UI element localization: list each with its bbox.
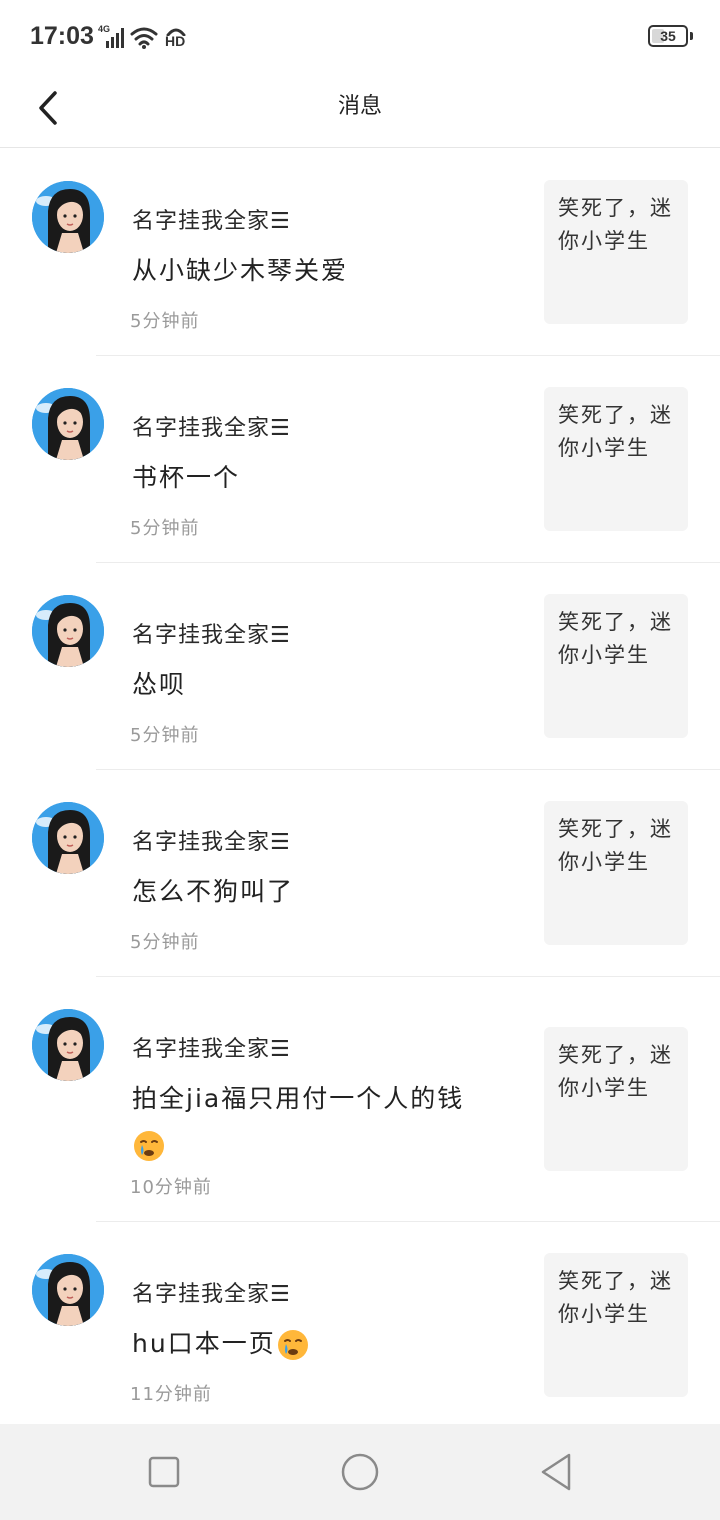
crying-face-emoji	[134, 1131, 164, 1161]
page-title: 消息	[337, 94, 382, 119]
message-item[interactable]: 名字挂我全家☰ hu口本一页 11分钟前 笑死了，迷你小学生	[0, 1222, 720, 1425]
comment-body: 从小缺少木琴关爱	[132, 256, 349, 285]
timestamp: 5分钟前	[130, 932, 200, 953]
avatar[interactable]	[32, 595, 104, 667]
quoted-post-preview[interactable]: 笑死了，迷你小学生	[544, 1253, 688, 1397]
timestamp: 10分钟前	[130, 1177, 212, 1198]
timestamp: 11分钟前	[130, 1384, 212, 1405]
quoted-post-preview[interactable]: 笑死了，迷你小学生	[544, 801, 688, 945]
battery-percent: 35	[660, 28, 676, 44]
username[interactable]: 名字挂我全家☰	[132, 203, 291, 235]
quoted-post-preview[interactable]: 笑死了，迷你小学生	[544, 594, 688, 738]
avatar[interactable]	[32, 802, 104, 874]
avatar[interactable]	[32, 1254, 104, 1326]
status-bar: 17:03 4G HD 35	[0, 0, 720, 72]
comment-body: hu口本一页	[132, 1329, 276, 1358]
comment-body: 书杯一个	[132, 463, 241, 492]
comment-text: 从小缺少木琴关爱	[132, 248, 492, 294]
comment-text: 书杯一个	[132, 455, 492, 501]
message-item[interactable]: 名字挂我全家☰ 怎么不狗叫了 5分钟前 笑死了，迷你小学生	[0, 770, 720, 977]
timestamp: 5分钟前	[130, 311, 200, 332]
comment-text: hu口本一页	[132, 1321, 492, 1367]
home-button[interactable]	[338, 1450, 382, 1494]
message-item[interactable]: 名字挂我全家☰ 从小缺少木琴关爱 5分钟前 笑死了，迷你小学生	[0, 149, 720, 356]
cellular-signal-icon: 4G	[98, 24, 124, 50]
quoted-post-preview[interactable]: 笑死了，迷你小学生	[544, 1027, 688, 1171]
username[interactable]: 名字挂我全家☰	[132, 1276, 291, 1308]
circle-icon	[341, 1453, 379, 1491]
comment-text: 拍全jia福只用付一个人的钱	[132, 1076, 492, 1168]
battery-icon: 35	[648, 25, 688, 47]
timestamp: 5分钟前	[130, 725, 200, 746]
wifi-icon	[130, 27, 158, 49]
comment-body: 拍全jia福只用付一个人的钱	[132, 1084, 465, 1113]
message-item[interactable]: 名字挂我全家☰ 拍全jia福只用付一个人的钱 10分钟前 笑死了，迷你小学生	[0, 977, 720, 1222]
hd-label: HD	[165, 33, 186, 49]
comment-text: 怎么不狗叫了	[132, 869, 492, 915]
triangle-back-icon	[541, 1453, 571, 1491]
comment-body: 怂呗	[132, 670, 187, 699]
square-icon	[148, 1456, 180, 1488]
comment-text: 怂呗	[132, 662, 492, 708]
message-item[interactable]: 名字挂我全家☰ 怂呗 5分钟前 笑死了，迷你小学生	[0, 563, 720, 770]
username[interactable]: 名字挂我全家☰	[132, 824, 291, 856]
avatar[interactable]	[32, 181, 104, 253]
recent-apps-button[interactable]	[142, 1450, 186, 1494]
battery-tip	[690, 32, 693, 40]
message-list: 名字挂我全家☰ 从小缺少木琴关爱 5分钟前 笑死了，迷你小学生 名字挂我全家☰ 书杯一个 5…	[0, 149, 720, 1425]
username[interactable]: 名字挂我全家☰	[132, 410, 291, 442]
status-time: 17:03	[30, 22, 94, 50]
system-back-button[interactable]	[534, 1450, 578, 1494]
avatar[interactable]	[32, 388, 104, 460]
avatar[interactable]	[32, 1009, 104, 1081]
system-nav-bar	[0, 1424, 720, 1520]
quoted-post-preview[interactable]: 笑死了，迷你小学生	[544, 387, 688, 531]
timestamp: 5分钟前	[130, 518, 200, 539]
status-icons: 4G HD	[98, 22, 188, 50]
quoted-post-preview[interactable]: 笑死了，迷你小学生	[544, 180, 688, 324]
message-item[interactable]: 名字挂我全家☰ 书杯一个 5分钟前 笑死了，迷你小学生	[0, 356, 720, 563]
hd-voice-icon: HD	[164, 24, 188, 50]
username[interactable]: 名字挂我全家☰	[132, 617, 291, 649]
comment-body: 怎么不狗叫了	[132, 877, 295, 906]
username[interactable]: 名字挂我全家☰	[132, 1031, 291, 1063]
crying-face-emoji	[277, 1330, 308, 1360]
top-nav-bar: 消息	[0, 72, 720, 148]
